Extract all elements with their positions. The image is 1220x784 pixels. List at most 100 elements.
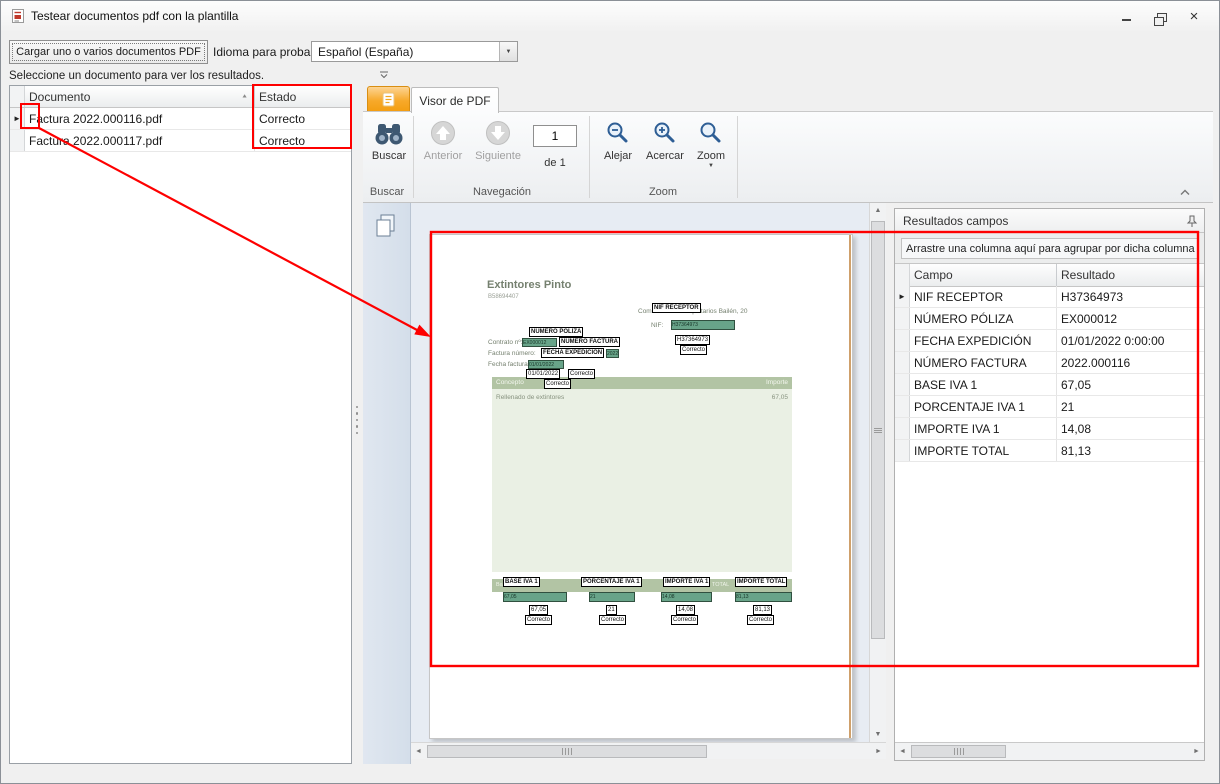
document-status-cell[interactable]: Correcto (255, 130, 351, 151)
resultado-cell[interactable]: 67,05 (1057, 374, 1204, 395)
resultado-cell[interactable]: EX000012 (1057, 308, 1204, 329)
result-row[interactable]: NÚMERO FACTURA 2022.000116 (895, 352, 1204, 374)
quick-access-toolbar-button[interactable] (373, 67, 395, 83)
binoculars-icon (373, 116, 405, 150)
resultado-cell[interactable]: 14,08 (1057, 418, 1204, 439)
tab-visor-de-pdf[interactable]: Visor de PDF (411, 87, 499, 113)
scroll-left-button[interactable]: ◄ (895, 744, 910, 759)
resultado-cell[interactable]: 01/01/2022 0:00:00 (1057, 330, 1204, 351)
resultado-cell[interactable]: 81,13 (1057, 440, 1204, 461)
acercar-button-label: Acercar (646, 150, 684, 162)
buscar-button[interactable]: Buscar (367, 114, 411, 184)
result-row[interactable]: NÚMERO PÓLIZA EX000012 (895, 308, 1204, 330)
campo-cell[interactable]: FECHA EXPEDICIÓN (910, 330, 1057, 351)
page-number-input[interactable] (533, 125, 577, 147)
result-row[interactable]: IMPORTE IVA 1 14,08 (895, 418, 1204, 440)
qat-chevron-icon (378, 70, 390, 80)
grid-corner-cell (10, 86, 25, 107)
value-box-importe-iva: 14,08 (676, 605, 695, 615)
campo-cell[interactable]: BASE IVA 1 (910, 374, 1057, 395)
row-indicator-icon: ► (898, 293, 906, 301)
scroll-left-button[interactable]: ◄ (411, 744, 426, 759)
minimize-button[interactable] (1113, 7, 1139, 25)
document-status-cell[interactable]: Correcto (255, 108, 351, 129)
app-window: Testear documentos pdf con la plantilla … (0, 0, 1220, 784)
anterior-button-label: Anterior (424, 150, 463, 162)
campo-cell[interactable]: IMPORTE IVA 1 (910, 418, 1057, 439)
column-header-documento[interactable]: Documento ▲ (25, 86, 255, 107)
ribbon-collapse-button[interactable] (1177, 186, 1193, 198)
siguiente-button[interactable]: Siguiente (469, 114, 527, 184)
document-row[interactable]: Factura 2022.000117.pdf Correcto (10, 130, 351, 152)
close-button[interactable]: × (1181, 7, 1207, 25)
value-box-nif-receptor: H37364973 (675, 335, 710, 345)
language-label: Idioma para probar: (213, 45, 318, 59)
horizontal-scroll-thumb[interactable] (427, 745, 707, 758)
acercar-button[interactable]: Acercar (641, 114, 689, 184)
result-row[interactable]: PORCENTAJE IVA 1 21 (895, 396, 1204, 418)
anterior-button[interactable]: Anterior (417, 114, 469, 184)
results-panel: Resultados campos Arrastre una columna a… (894, 208, 1205, 761)
column-header-resultado[interactable]: Resultado (1057, 264, 1204, 286)
result-row[interactable]: IMPORTE TOTAL 81,13 (895, 440, 1204, 462)
campo-cell[interactable]: NÚMERO PÓLIZA (910, 308, 1057, 329)
resultado-cell[interactable]: H37364973 (1057, 286, 1204, 307)
group-by-panel[interactable]: Arrastre una columna aquí para agrupar p… (895, 233, 1204, 264)
alejar-button-label: Alejar (604, 150, 632, 162)
band-total-label: TOTAL (712, 579, 729, 592)
result-row[interactable]: BASE IVA 1 67,05 (895, 374, 1204, 396)
column-header-label: Estado (259, 90, 296, 104)
restore-button[interactable] (1147, 7, 1173, 25)
highlight-base-iva: 67,05 (503, 592, 567, 602)
scroll-right-button[interactable]: ► (1189, 744, 1204, 759)
pdf-vertical-scrollbar[interactable]: ▲ ▼ (869, 203, 886, 742)
zoom-dropdown-button[interactable]: Zoom ▼ (689, 114, 733, 184)
results-grid-rows: ► NIF RECEPTOR H37364973 NÚMERO PÓLIZA E… (895, 286, 1204, 462)
vertical-scroll-thumb[interactable] (871, 221, 885, 639)
invoice-table-body: Rellenado de extintores 67,05 (492, 389, 792, 572)
language-combobox[interactable]: Español (España) ▼ (311, 41, 518, 62)
sort-ascending-icon: ▲ (241, 94, 248, 100)
campo-cell[interactable]: NÚMERO FACTURA (910, 352, 1057, 373)
group-label-navegacion: Navegación (415, 186, 589, 200)
title-bar: Testear documentos pdf con la plantilla … (1, 1, 1219, 31)
campo-cell[interactable]: PORCENTAJE IVA 1 (910, 396, 1057, 417)
alejar-button[interactable]: Alejar (595, 114, 641, 184)
campo-cell[interactable]: IMPORTE TOTAL (910, 440, 1057, 461)
document-name-cell[interactable]: Factura 2022.000116.pdf (25, 108, 255, 129)
row-indicator-cell (10, 130, 25, 151)
result-row[interactable]: FECHA EXPEDICIÓN 01/01/2022 0:00:00 (895, 330, 1204, 352)
scroll-down-button[interactable]: ▼ (870, 727, 886, 742)
scroll-right-button[interactable]: ► (871, 744, 886, 759)
row-indicator-cell (895, 352, 910, 373)
resultado-cell[interactable]: 21 (1057, 396, 1204, 417)
highlight-numero-factura: 2022.000116 (606, 349, 619, 358)
splitter-grip[interactable] (354, 401, 360, 439)
load-documents-button[interactable]: Cargar uno o varios documentos PDF (9, 40, 208, 64)
resultado-cell[interactable]: 2022.000116 (1057, 352, 1204, 373)
scroll-thumb-grip (874, 427, 882, 434)
pdf-viewport[interactable]: Extintores Pinto B58694407 Comunidad de … (411, 203, 869, 742)
pdf-horizontal-scrollbar[interactable]: ◄ ► (411, 742, 886, 759)
status-box: Correcto (525, 615, 552, 625)
row-indicator-cell (895, 374, 910, 395)
document-row[interactable]: ► Factura 2022.000116.pdf Correcto (10, 108, 351, 130)
column-header-estado[interactable]: Estado (255, 86, 351, 107)
application-menu-button[interactable] (367, 86, 410, 112)
scroll-thumb-grip (561, 748, 573, 755)
column-header-campo[interactable]: Campo (910, 264, 1057, 286)
combobox-dropdown-button[interactable]: ▼ (499, 42, 517, 61)
pdf-app-icon (10, 8, 26, 24)
documents-grid-header: Documento ▲ Estado (10, 86, 351, 108)
status-box: Correcto (568, 369, 595, 379)
result-row[interactable]: ► NIF RECEPTOR H37364973 (895, 286, 1204, 308)
invoice-company-name: Extintores Pinto (487, 279, 571, 291)
thumbnails-button[interactable] (373, 213, 399, 242)
document-name-cell[interactable]: Factura 2022.000117.pdf (25, 130, 255, 151)
highlight-porcentaje-iva: 21 (589, 592, 635, 602)
horizontal-scroll-thumb[interactable] (911, 745, 1006, 758)
campo-cell[interactable]: NIF RECEPTOR (910, 286, 1057, 307)
pin-button[interactable] (1184, 213, 1200, 229)
results-horizontal-scrollbar[interactable]: ◄ ► (895, 742, 1204, 760)
scroll-up-button[interactable]: ▲ (870, 203, 886, 218)
